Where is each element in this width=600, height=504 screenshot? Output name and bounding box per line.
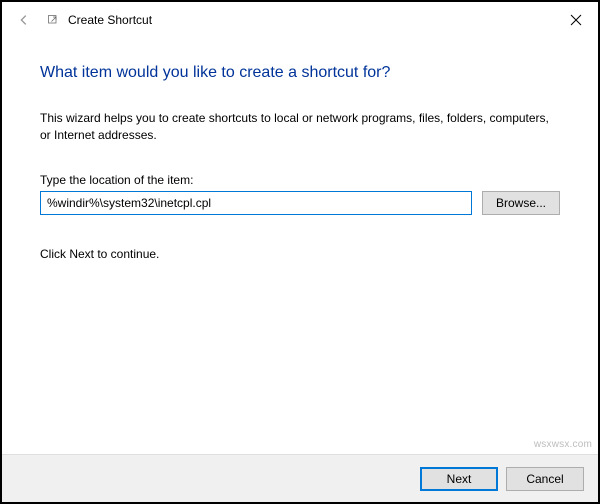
close-button[interactable] [564, 8, 588, 32]
wizard-content: What item would you like to create a sho… [2, 38, 598, 261]
page-heading: What item would you like to create a sho… [40, 64, 560, 82]
back-arrow-icon[interactable] [14, 10, 34, 30]
wizard-footer: Next Cancel [2, 454, 598, 502]
next-button[interactable]: Next [420, 467, 498, 491]
cancel-button[interactable]: Cancel [506, 467, 584, 491]
location-label: Type the location of the item: [40, 173, 560, 187]
browse-button[interactable]: Browse... [482, 191, 560, 215]
location-input[interactable] [40, 191, 472, 215]
watermark-text: wsxwsx.com [534, 439, 592, 450]
window-title: Create Shortcut [68, 13, 152, 27]
wizard-description: This wizard helps you to create shortcut… [40, 110, 560, 145]
continue-instruction: Click Next to continue. [40, 247, 560, 261]
location-row: Browse... [40, 191, 560, 215]
titlebar: Create Shortcut [2, 2, 598, 38]
shortcut-icon [46, 13, 60, 27]
